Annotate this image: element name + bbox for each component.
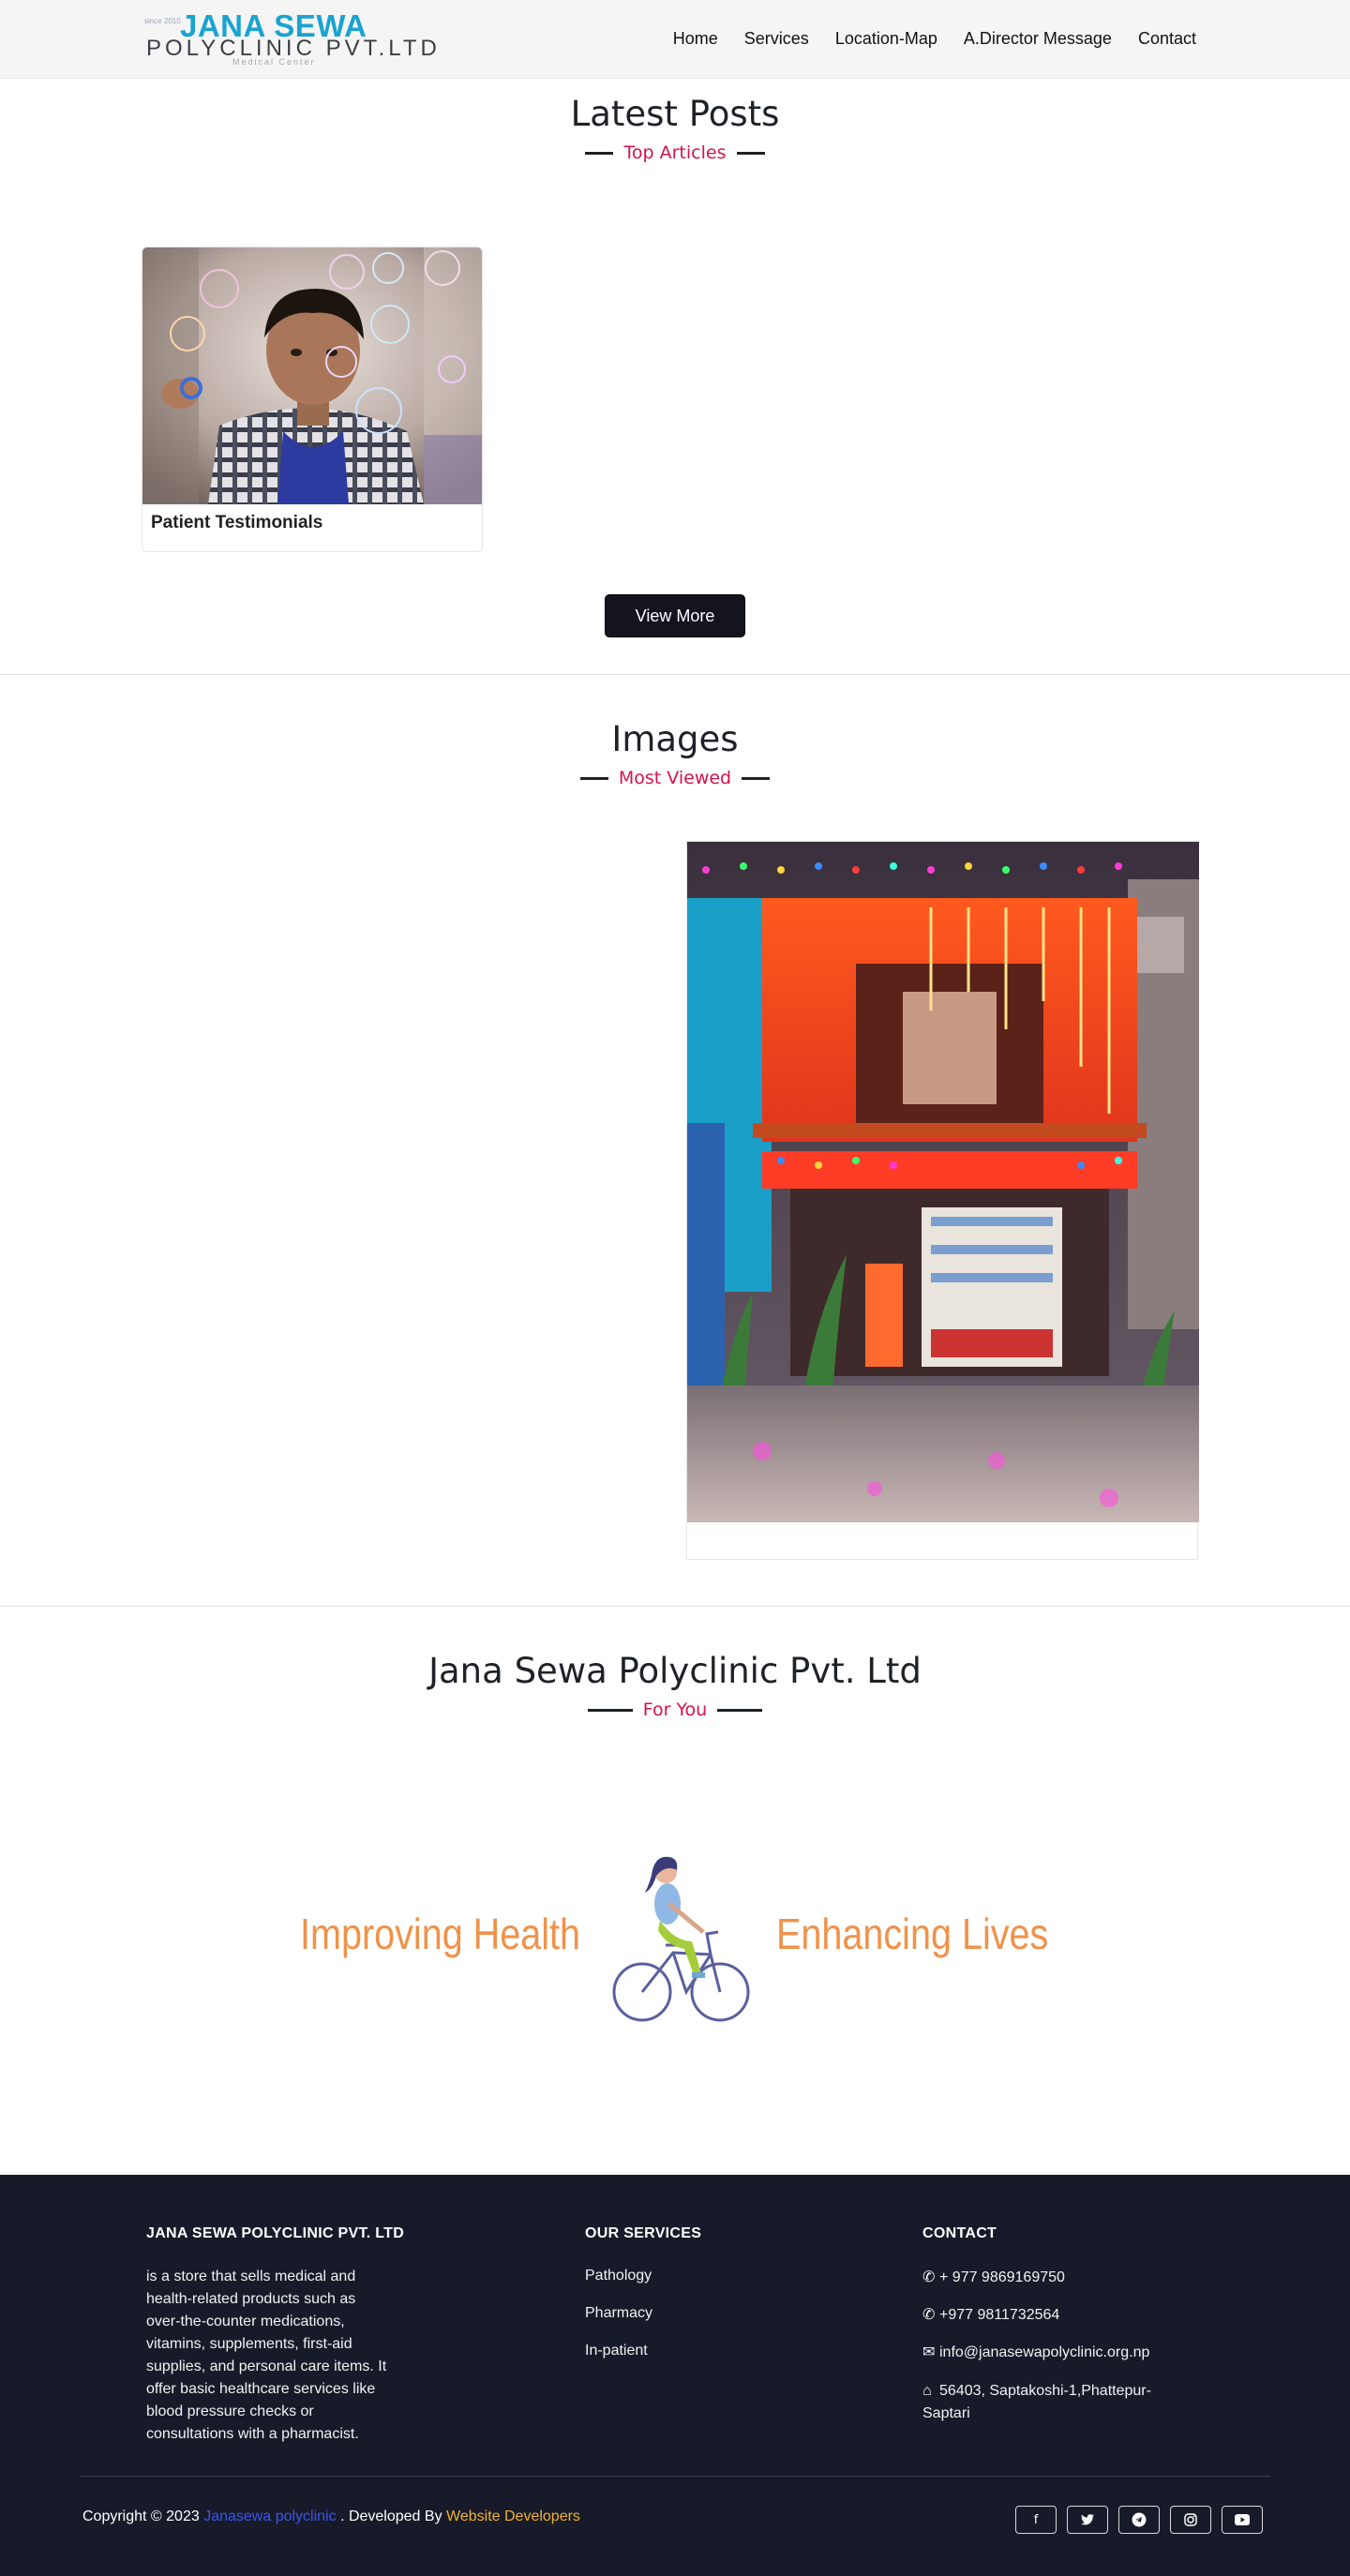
post-card-image[interactable]	[142, 247, 482, 504]
footer-about-text: is a store that sells medical and health…	[146, 2266, 428, 2446]
envelope-icon: ✉	[922, 2344, 936, 2360]
footer-about-line: over-the-counter medications,	[146, 2314, 345, 2329]
footer-address-line2: Saptari	[922, 2405, 970, 2421]
footer-phone2[interactable]: ✆ +977 9811732564	[922, 2305, 1059, 2324]
footer-about-heading: JANA SEWA POLYCLINIC PVT. LTD	[146, 2225, 405, 2241]
footer-about-line: health-related products such as	[146, 2291, 356, 2307]
footer-about-line: consultations with a pharmacist.	[146, 2426, 359, 2442]
footer-address-line1: 56403, Saptakoshi-1,Phattepur-	[939, 2383, 1151, 2399]
footer-phone1-text: + 977 9869169750	[939, 2269, 1065, 2285]
title-divider-right	[736, 151, 765, 155]
twitter-icon[interactable]	[1067, 2506, 1108, 2534]
images-subtitle-text: Most Viewed	[618, 768, 732, 788]
developer-link[interactable]: Website Developers	[446, 2509, 580, 2524]
footer-contact-heading: CONTACT	[922, 2225, 998, 2241]
copyright-text: Copyright © 2023 Janasewa polyclinic . D…	[82, 2509, 580, 2525]
logo-tag-text: Medical Center	[232, 57, 316, 67]
social-links: f	[1015, 2506, 1263, 2534]
logo-since-text: since 2010	[144, 17, 181, 25]
about-title: Jana Sewa Polyclinic Pvt. Ltd	[428, 1651, 922, 1691]
images-title: Images	[611, 719, 739, 759]
latest-posts-subtitle: Top Articles	[0, 142, 1350, 163]
banner-left-text: Improving Health	[300, 1910, 581, 1958]
footer-about-line: offer basic healthcare services like	[146, 2381, 376, 2397]
telegram-icon[interactable]	[1118, 2506, 1160, 2534]
footer-address: ⌂ 56403, Saptakoshi-1,Phattepur- Saptari	[922, 2380, 1151, 2425]
phone-icon: ✆	[922, 2307, 936, 2323]
about-subtitle: For You	[0, 1700, 1350, 1720]
phone-icon: ✆	[922, 2269, 936, 2285]
banner-right-text: Enhancing Lives	[776, 1910, 1049, 1958]
footer-phone2-text: +977 9811732564	[939, 2307, 1060, 2323]
nav-services-link[interactable]: Services	[731, 26, 822, 51]
gallery-image-card[interactable]	[686, 841, 1199, 1560]
about-subtitle-text: For You	[642, 1700, 708, 1720]
section-divider	[0, 1606, 1350, 1607]
footer-service-pathology[interactable]: Pathology	[585, 2268, 652, 2284]
nav-contact-link[interactable]: Contact	[1125, 26, 1209, 51]
title-divider-right	[717, 1708, 763, 1712]
section-divider	[0, 674, 1350, 675]
title-divider-left	[585, 151, 614, 155]
footer-service-pharmacy[interactable]: Pharmacy	[585, 2305, 652, 2322]
copyright-site-link[interactable]: Janasewa polyclinic	[203, 2509, 336, 2524]
footer-about-line: vitamins, supplements, first-aid	[146, 2336, 352, 2352]
developed-by-text: . Developed By	[340, 2509, 442, 2524]
latest-posts-subtitle-text: Top Articles	[623, 142, 727, 163]
gallery-image[interactable]	[687, 842, 1199, 1522]
site-logo[interactable]: since 2010 JANA SEWA POLYCLINIC PVT.LTD …	[142, 7, 437, 67]
post-card[interactable]: Patient Testimonials	[142, 247, 483, 552]
footer-divider	[80, 2476, 1270, 2477]
title-divider-right	[742, 776, 771, 780]
title-divider-left	[587, 1708, 633, 1712]
main-nav: Home Services Location-Map A.Director Me…	[660, 26, 1209, 51]
title-divider-left	[579, 776, 608, 780]
post-card-title[interactable]: Patient Testimonials	[151, 513, 322, 533]
footer-about-line: supplies, and personal care items. It	[146, 2359, 387, 2374]
youtube-icon[interactable]	[1222, 2506, 1263, 2534]
copyright-prefix: Copyright © 2023	[82, 2509, 200, 2524]
latest-posts-title: Latest Posts	[570, 94, 780, 134]
nav-location-map-link[interactable]: Location-Map	[822, 26, 951, 51]
footer-services-heading: OUR SERVICES	[585, 2225, 702, 2241]
view-more-button[interactable]: View More	[605, 594, 745, 637]
footer-email-text: info@janasewapolyclinic.org.np	[939, 2344, 1150, 2360]
nav-director-message-link[interactable]: A.Director Message	[951, 26, 1125, 51]
footer-service-in-patient[interactable]: In-patient	[585, 2343, 648, 2359]
facebook-icon[interactable]: f	[1015, 2506, 1057, 2534]
home-icon: ⌂	[922, 2383, 932, 2399]
top-navbar: since 2010 JANA SEWA POLYCLINIC PVT.LTD …	[0, 0, 1350, 79]
footer-about-line: is a store that sells medical and	[146, 2269, 356, 2284]
footer-phone1[interactable]: ✆ + 977 9869169750	[922, 2268, 1065, 2286]
instagram-icon[interactable]	[1170, 2506, 1211, 2534]
nav-home-link[interactable]: Home	[660, 26, 731, 51]
images-subtitle: Most Viewed	[0, 768, 1350, 788]
footer-email[interactable]: ✉ info@janasewapolyclinic.org.np	[922, 2343, 1149, 2361]
footer-about-line: blood pressure checks or	[146, 2404, 314, 2419]
cyclist-illustration	[609, 1851, 750, 2029]
